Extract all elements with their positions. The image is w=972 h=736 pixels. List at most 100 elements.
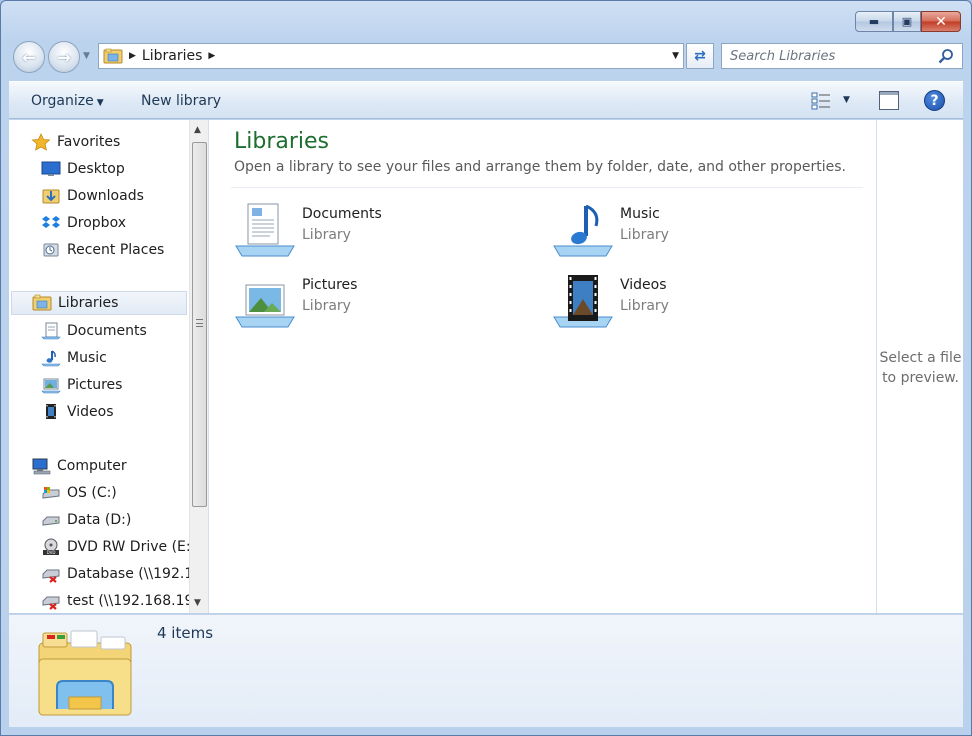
minimize-icon: ▬ [868, 15, 880, 28]
nav-favorites-label: Favorites [57, 134, 121, 150]
nav-recent-places-label: Recent Places [67, 242, 165, 258]
chevron-down-icon: ▼ [96, 98, 104, 108]
preview-line-1: Select a file [879, 350, 962, 366]
preview-placeholder: Select a file to preview. [877, 348, 964, 388]
nav-os-drive[interactable]: OS (C:) [41, 481, 117, 505]
navigation-pane: Favorites Desktop Downloads Dropbox Rece… [9, 120, 209, 613]
nav-database-network-drive[interactable]: Database (\\192.168.199 [41, 562, 208, 586]
breadcrumb-separator[interactable]: ▶ [129, 51, 136, 61]
refresh-button[interactable]: ⇄ [686, 43, 714, 69]
favorites-star-icon [31, 133, 51, 151]
nav-dvd-drive-label: DVD RW Drive (E:) [67, 539, 197, 555]
scroll-down-arrow-icon[interactable]: ▼ [194, 598, 201, 608]
nav-data-drive-label: Data (D:) [67, 512, 132, 528]
preview-line-2: to preview. [882, 370, 959, 386]
command-bar: Organize ▼ New library ▼ ? [9, 81, 963, 119]
nav-pictures-label: Pictures [67, 377, 123, 393]
nav-computer[interactable]: Computer [31, 454, 127, 478]
minimize-button[interactable]: ▬ [855, 11, 893, 32]
hard-drive-icon [42, 516, 60, 526]
address-bar[interactable]: ▶ Libraries ▶ ▼ [98, 43, 684, 69]
nav-database-label: Database (\\192.168.199 [67, 566, 208, 582]
nav-videos[interactable]: Videos [41, 400, 114, 424]
nav-documents[interactable]: Documents [41, 319, 147, 343]
library-tile-videos[interactable]: Videos Library [552, 273, 812, 329]
library-tile-pictures[interactable]: Pictures Library [234, 273, 494, 329]
maximize-button[interactable]: ▣ [893, 11, 921, 32]
back-button[interactable]: ← [13, 41, 45, 73]
new-library-button[interactable]: New library [141, 93, 221, 109]
desktop-icon [41, 161, 61, 176]
address-history-dropdown[interactable]: ▼ [672, 51, 679, 61]
libraries-folder-large-icon [38, 630, 132, 716]
nav-favorites[interactable]: Favorites [31, 130, 120, 154]
nav-videos-label: Videos [67, 404, 114, 420]
libraries-icon [32, 294, 52, 311]
nav-data-drive[interactable]: Data (D:) [41, 508, 131, 532]
refresh-icon: ⇄ [694, 48, 706, 64]
search-input[interactable] [730, 48, 930, 64]
explorer-window: ▬ ▣ ✕ ← → ▼ ▶ Libraries ▶ ▼ ⇄ Organize▼ … [0, 0, 972, 736]
content-pane: Libraries Open a library to see your fil… [209, 120, 876, 613]
library-name: Music [620, 206, 660, 222]
preview-pane: Select a file to preview. [876, 120, 963, 613]
nav-pictures[interactable]: Pictures [41, 373, 122, 397]
close-icon: ✕ [935, 13, 947, 30]
help-icon[interactable]: ? [924, 90, 945, 111]
forward-arrow-icon: → [57, 47, 71, 67]
view-options-dropdown[interactable]: ▼ [843, 95, 850, 105]
library-type: Library [302, 227, 351, 243]
nav-test-network-drive[interactable]: test (\\192.168.199.1 [41, 589, 208, 613]
nav-dropbox[interactable]: Dropbox [41, 211, 126, 235]
scrollbar-thumb[interactable] [192, 142, 207, 507]
search-box[interactable] [721, 43, 963, 69]
nav-desktop[interactable]: Desktop [41, 157, 125, 181]
divider [231, 187, 863, 188]
close-button[interactable]: ✕ [921, 11, 961, 32]
nav-dvd-drive[interactable]: DVD DVD RW Drive (E:) [41, 535, 196, 559]
music-icon [41, 350, 61, 367]
caption-buttons: ▬ ▣ ✕ [855, 11, 961, 33]
breadcrumb-separator[interactable]: ▶ [208, 51, 215, 61]
recent-pages-dropdown[interactable]: ▼ [83, 51, 90, 61]
page-description: Open a library to see your files and arr… [234, 159, 846, 175]
navigation-scrollbar[interactable]: ▲ ▼ [189, 120, 208, 613]
forward-button[interactable]: → [48, 41, 80, 73]
search-icon[interactable] [938, 48, 954, 64]
nav-dropbox-label: Dropbox [67, 215, 126, 231]
nav-computer-label: Computer [57, 458, 127, 474]
back-arrow-icon: ← [22, 47, 36, 67]
dropbox-icon [42, 216, 60, 228]
computer-icon [32, 458, 51, 475]
library-name: Documents [302, 206, 382, 222]
downloads-icon [42, 189, 60, 204]
library-name: Videos [620, 277, 667, 293]
libraries-folder-icon [103, 48, 123, 64]
nav-libraries[interactable]: Libraries [11, 291, 187, 315]
nav-desktop-label: Desktop [67, 161, 125, 177]
organize-button[interactable]: Organize ▼ [31, 93, 104, 109]
nav-documents-label: Documents [67, 323, 147, 339]
details-pane: 4 items [9, 614, 963, 727]
nav-downloads-label: Downloads [67, 188, 144, 204]
breadcrumb-libraries[interactable]: Libraries [142, 48, 202, 64]
pictures-icon [41, 378, 61, 394]
organize-label: Organize [31, 93, 94, 109]
nav-music[interactable]: Music [41, 346, 107, 370]
change-view-icon[interactable] [811, 92, 831, 110]
scroll-up-arrow-icon[interactable]: ▲ [194, 125, 201, 135]
grip-icon [196, 319, 203, 327]
page-title: Libraries [234, 129, 330, 154]
library-tile-documents[interactable]: Documents Library [234, 202, 494, 258]
library-name: Pictures [302, 277, 358, 293]
preview-pane-toggle-icon[interactable] [879, 91, 899, 110]
svg-text:DVD: DVD [47, 550, 56, 555]
nav-downloads[interactable]: Downloads [41, 184, 144, 208]
music-library-icon [553, 204, 613, 257]
nav-recent-places[interactable]: Recent Places [41, 238, 164, 262]
videos-icon [46, 404, 56, 419]
videos-library-icon [553, 275, 613, 328]
documents-icon [41, 322, 61, 340]
os-drive-icon [42, 487, 60, 499]
library-tile-music[interactable]: Music Library [552, 202, 812, 258]
